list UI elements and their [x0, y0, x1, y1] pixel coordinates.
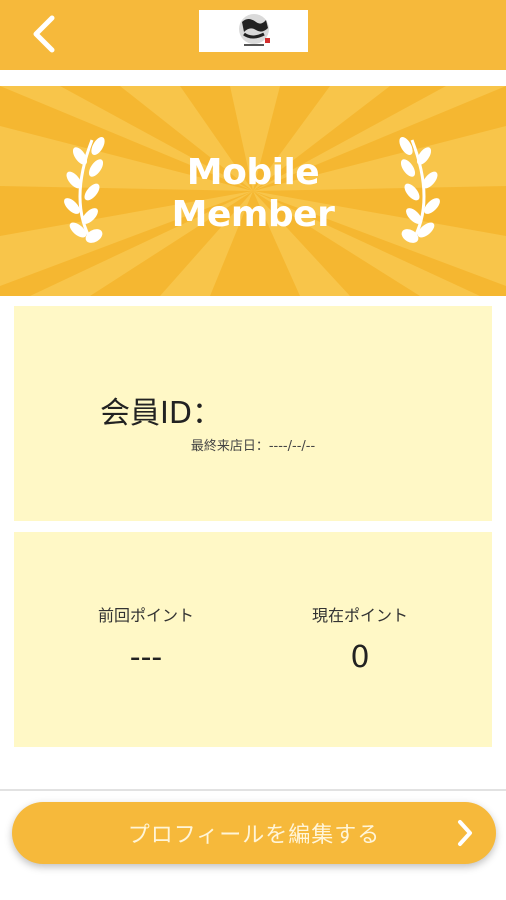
top-bar [0, 0, 506, 70]
member-id-label: 会員ID： [100, 396, 222, 431]
member-id-card: 会員ID： 最終来店日：----/--/-- [14, 306, 492, 521]
current-points-label: 現在ポイント [311, 606, 408, 625]
previous-points-label: 前回ポイント [97, 606, 194, 625]
back-button[interactable] [24, 12, 64, 56]
current-points: 現在ポイント 0 [260, 602, 460, 675]
edit-profile-label: プロフィールを編集する [127, 823, 381, 848]
last-visit-label: 最終来店日： [190, 439, 269, 454]
current-points-value: 0 [350, 640, 370, 675]
chevron-right-icon [458, 820, 472, 846]
logo-mark [238, 14, 270, 46]
store-logo [199, 10, 308, 52]
divider [0, 789, 506, 791]
laurel-right-icon [399, 136, 440, 243]
mobile-member-banner: Mobile Member [0, 86, 506, 296]
previous-points: 前回ポイント --- [46, 602, 246, 675]
previous-points-value: --- [129, 640, 163, 675]
chevron-left-icon [33, 15, 55, 53]
points-card: 前回ポイント --- 現在ポイント 0 [14, 532, 492, 747]
last-visit-value: ----/--/-- [268, 439, 316, 454]
last-visit-row: 最終来店日：----/--/-- [14, 435, 492, 454]
edit-profile-button[interactable]: プロフィールを編集する [12, 802, 496, 864]
